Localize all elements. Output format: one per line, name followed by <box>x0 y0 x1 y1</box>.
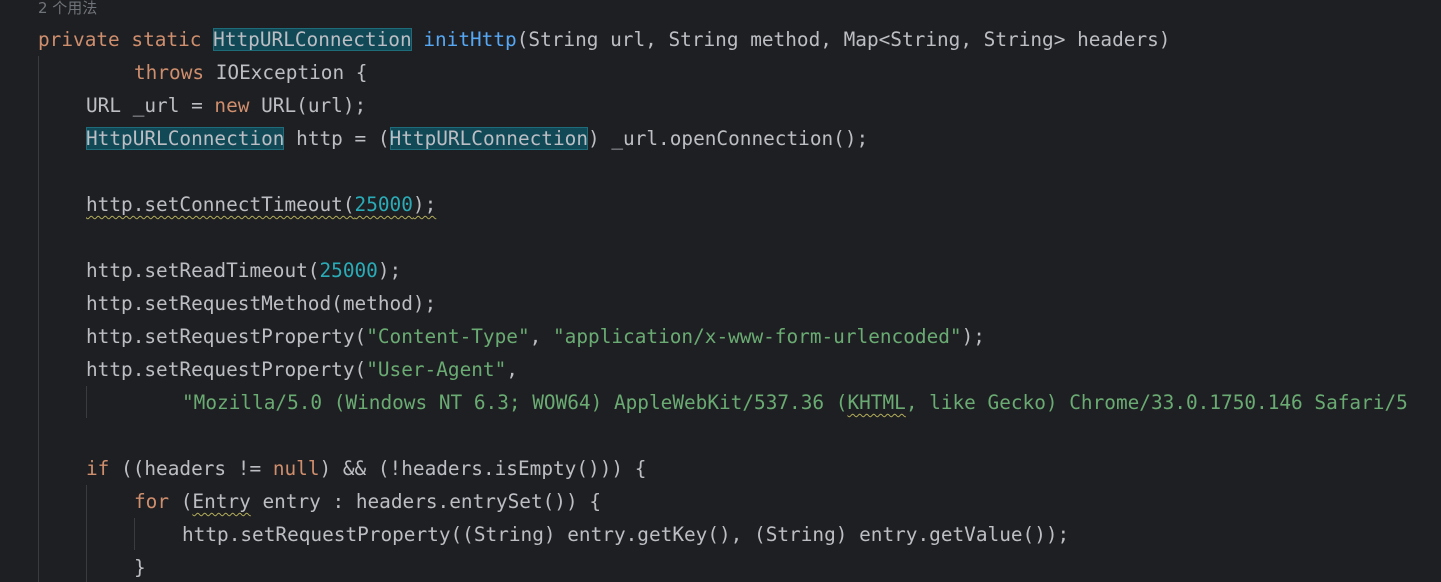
code-line[interactable]: URL _url = new URL(url); <box>86 89 366 122</box>
code-line[interactable]: http.setRequestProperty((String) entry.g… <box>182 518 1069 551</box>
code-text: , <box>506 358 518 381</box>
code-text: http.setConnectTimeout( <box>86 193 355 216</box>
method-name[interactable]: initHttp <box>423 28 516 51</box>
keyword: static <box>131 28 202 51</box>
code-line[interactable]: HttpURLConnection http = (HttpURLConnect… <box>86 122 868 155</box>
code-line[interactable]: http.setRequestProperty("User-Agent", <box>86 353 518 386</box>
code-text: URL(url); <box>249 94 367 117</box>
indent-guide <box>134 518 135 550</box>
warning-code[interactable]: KHTML <box>847 391 905 414</box>
closing-brace: } <box>134 556 146 579</box>
code-text: entry : headers.entrySet()) { <box>250 490 601 513</box>
keyword: new <box>214 94 250 117</box>
number-literal: 25000 <box>319 259 378 282</box>
code-line[interactable]: for (Entry entry : headers.entrySet()) { <box>134 485 601 518</box>
code-line[interactable]: private static HttpURLConnection initHtt… <box>38 23 1170 56</box>
code-line[interactable]: throws IOException { <box>134 56 368 89</box>
highlighted-type[interactable]: HttpURLConnection <box>213 28 412 51</box>
indent-guide <box>86 386 87 418</box>
code-text: IOException { <box>204 61 368 84</box>
string-literal: , like Gecko) Chrome/33.0.1750.146 Safar… <box>905 391 1408 414</box>
code-line[interactable]: } <box>134 551 146 582</box>
code-text: http.setRequestProperty((String) entry.g… <box>182 523 1070 546</box>
code-text: ); <box>412 193 437 216</box>
code-line[interactable]: "Mozilla/5.0 (Windows NT 6.3; WOW64) App… <box>182 386 1408 419</box>
keyword: for <box>134 490 170 513</box>
keyword: if <box>86 457 110 480</box>
code-text: URL _url = <box>86 94 215 117</box>
warning-code[interactable]: http.setConnectTimeout(25000); <box>86 193 436 216</box>
number-literal: 25000 <box>354 193 413 216</box>
code-editor[interactable]: 2 个用法 private static HttpURLConnection i… <box>0 0 1441 582</box>
string-literal: "Content-Type" <box>366 325 530 348</box>
keyword: throws <box>134 61 205 84</box>
code-line[interactable]: http.setRequestMethod(method); <box>86 287 436 320</box>
warning-code[interactable]: Entry <box>192 490 250 513</box>
indent-guide <box>38 56 39 582</box>
code-line[interactable]: http.setReadTimeout(25000); <box>86 254 401 287</box>
code-text: http.setReadTimeout( <box>86 259 320 282</box>
code-line[interactable]: http.setRequestProperty("Content-Type", … <box>86 320 985 353</box>
highlighted-type[interactable]: HttpURLConnection <box>86 127 285 150</box>
string-literal: "User-Agent" <box>366 358 507 381</box>
code-text: ( <box>169 490 193 513</box>
code-text: ) _url.openConnection(); <box>588 127 869 150</box>
highlighted-type[interactable]: HttpURLConnection <box>389 127 589 150</box>
code-text: ); <box>377 259 402 282</box>
code-text: http.setRequestProperty( <box>86 358 367 381</box>
code-text: , <box>529 325 553 348</box>
indent-guide <box>86 485 87 582</box>
code-text: http.setRequestProperty( <box>86 325 367 348</box>
code-line[interactable]: if ((headers != null) && (!headers.isEmp… <box>86 452 646 485</box>
usage-hint[interactable]: 2 个用法 <box>38 0 97 21</box>
string-literal: "Mozilla/5.0 (Windows NT 6.3; WOW64) App… <box>182 391 848 414</box>
keyword: null <box>272 457 320 480</box>
code-text: http = ( <box>284 127 390 150</box>
keyword: private <box>38 28 120 51</box>
code-text: ((headers != <box>109 457 273 480</box>
method-params: (String url, String method, Map<String, … <box>516 28 1171 51</box>
code-text: ); <box>961 325 985 348</box>
code-text: ) && (!headers.isEmpty())) { <box>319 457 647 480</box>
code-text: http.setRequestMethod(method); <box>86 292 437 315</box>
code-line[interactable]: http.setConnectTimeout(25000); <box>86 188 436 221</box>
string-literal: "application/x-www-form-urlencoded" <box>553 325 962 348</box>
